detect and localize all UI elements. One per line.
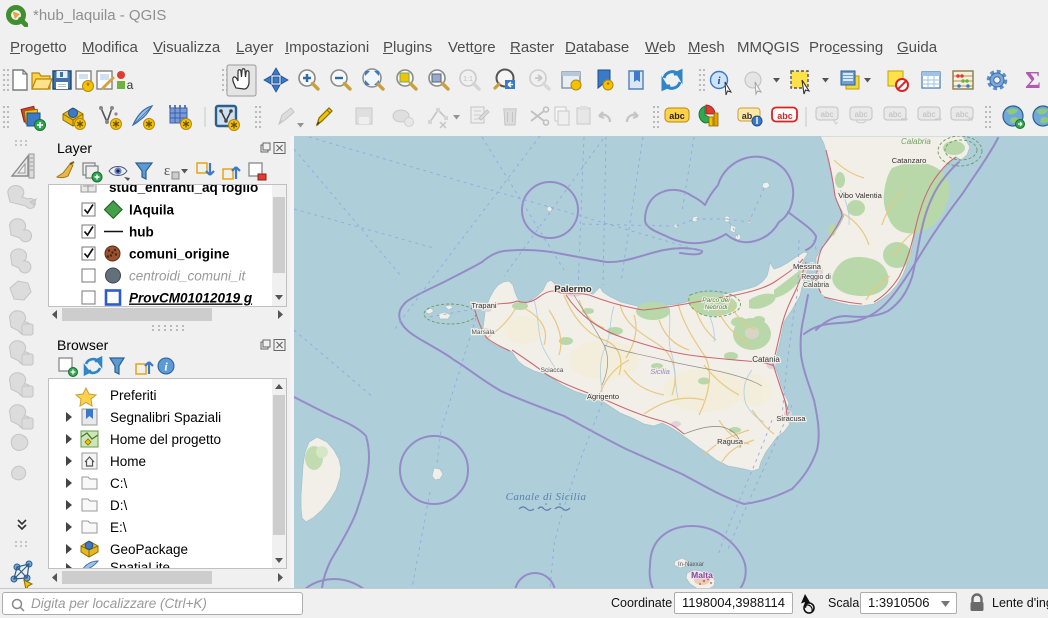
svg-text:E:\: E:\	[110, 520, 127, 535]
svg-text:centroidi_comuni_it: centroidi_comuni_it	[129, 269, 247, 284]
svg-text:Ragusa: Ragusa	[717, 437, 744, 446]
svg-text:1:1: 1:1	[463, 76, 473, 83]
svg-text:abc: abc	[669, 111, 685, 121]
svg-text:lAquila: lAquila	[129, 203, 174, 218]
svg-text:Calabria: Calabria	[803, 282, 829, 289]
svg-text:Canale di Sicilia: Canale di Sicilia	[506, 491, 587, 503]
svg-text:comuni_origine: comuni_origine	[129, 247, 230, 262]
svg-text:Sicilia: Sicilia	[650, 367, 670, 376]
svg-text:Agrigento: Agrigento	[587, 392, 619, 401]
svg-text:Messina: Messina	[793, 262, 822, 271]
svg-text:ab: ab	[742, 111, 753, 121]
svg-text:Vibo Valentia: Vibo Valentia	[838, 191, 882, 200]
svg-text:Trapani: Trapani	[471, 301, 496, 310]
svg-text:Preferiti: Preferiti	[110, 388, 157, 403]
svg-text:Malta: Malta	[691, 570, 713, 580]
svg-text:Sciacca: Sciacca	[541, 367, 564, 374]
svg-text:abc: abc	[777, 111, 793, 121]
svg-text:Nebrodi: Nebrodi	[705, 304, 728, 311]
svg-text:*: *	[606, 81, 609, 90]
svg-text:GeoPackage: GeoPackage	[110, 542, 188, 557]
svg-text:Siracusa: Siracusa	[776, 414, 806, 423]
svg-text:Segnalibri Spaziali: Segnalibri Spaziali	[110, 410, 221, 425]
svg-text:Palermo: Palermo	[554, 284, 592, 295]
svg-text:Σ: Σ	[1025, 68, 1041, 94]
svg-text:SpatiaLite: SpatiaLite	[110, 560, 170, 568]
svg-text:Home: Home	[110, 454, 146, 469]
svg-text:C:\: C:\	[110, 476, 128, 491]
svg-text:a: a	[127, 78, 134, 92]
svg-text:hub: hub	[129, 225, 154, 240]
svg-text:*: *	[86, 81, 90, 91]
svg-text:ProvCM01012019 g: ProvCM01012019 g	[129, 291, 253, 306]
svg-text:Catania: Catania	[752, 355, 780, 364]
svg-text:Calabria: Calabria	[901, 137, 931, 146]
svg-text:Marsala: Marsala	[471, 329, 495, 336]
svg-text:Reggio di: Reggio di	[801, 274, 831, 281]
svg-text:D:\: D:\	[110, 498, 128, 513]
svg-text:Home del progetto: Home del progetto	[110, 432, 221, 447]
svg-text:In-Naxxar: In-Naxxar	[678, 562, 704, 568]
svg-text:Parco dei: Parco dei	[702, 297, 730, 304]
svg-text:Catanzaro: Catanzaro	[892, 156, 927, 165]
svg-text:ε: ε	[164, 163, 170, 179]
svg-text:stud_entranti_aq foglio: stud_entranti_aq foglio	[109, 185, 258, 195]
